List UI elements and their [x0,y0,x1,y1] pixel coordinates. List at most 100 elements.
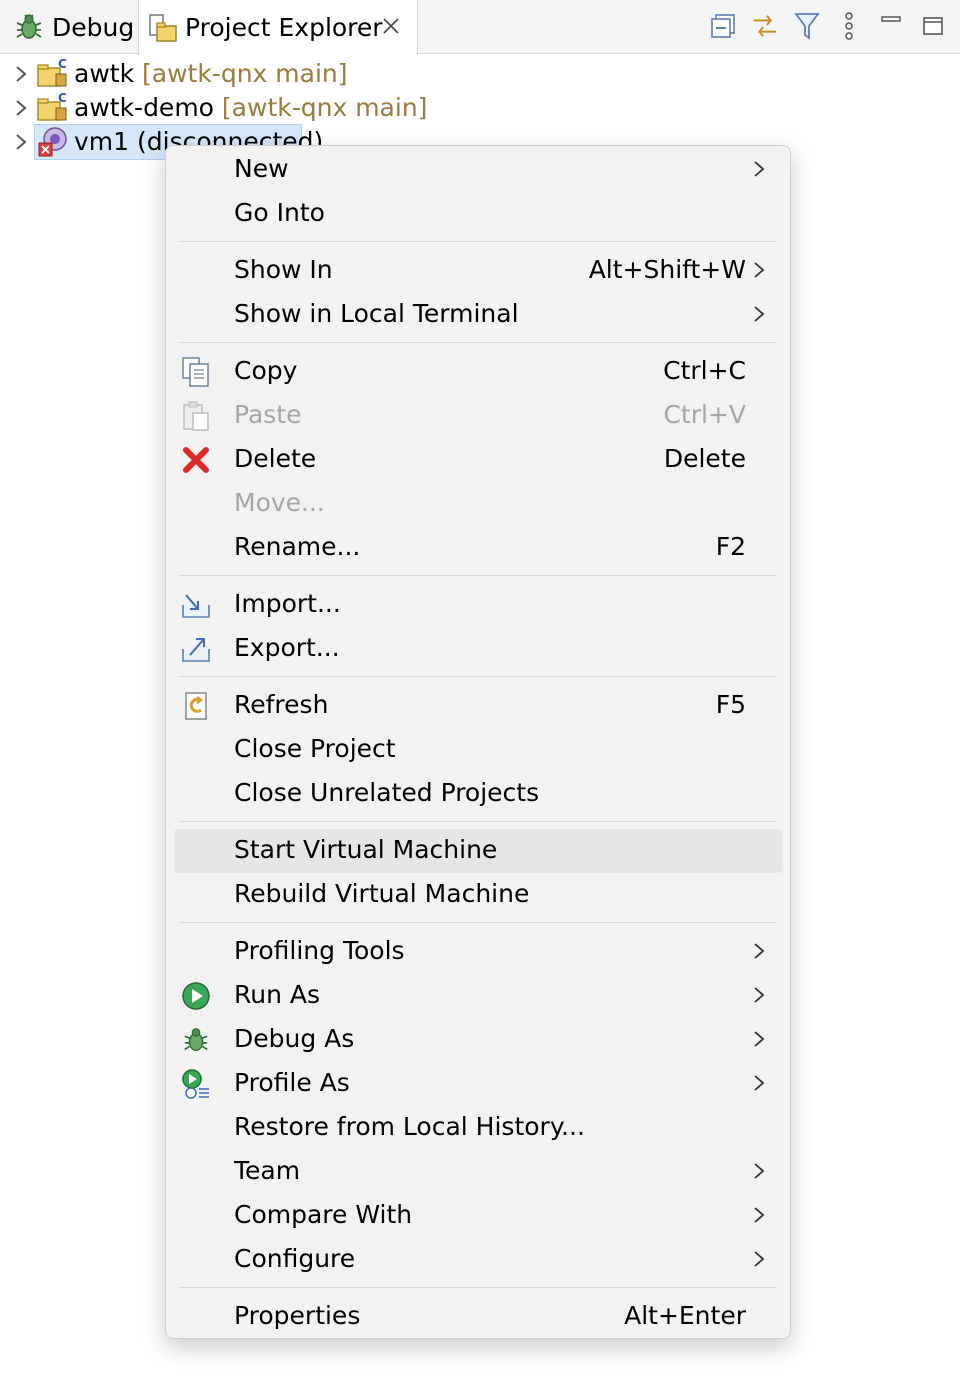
menu-item-configure[interactable]: Configure [174,1238,782,1282]
menu-item-new[interactable]: New [174,148,782,192]
menu-label: New [234,154,289,183]
chevron-right-icon[interactable] [12,64,30,84]
tab-debug-label: Debug [52,12,135,42]
menu-label: Import... [234,589,341,618]
menu-label: Rebuild Virtual Machine [234,879,530,908]
menu-item-compare-with[interactable]: Compare With [174,1194,782,1238]
minimize-icon[interactable] [876,8,906,44]
menu-separator [179,342,777,343]
menu-separator [179,676,777,677]
view-toolbar [708,8,948,44]
menu-item-show-in[interactable]: Show In Alt+Shift+W [174,249,782,293]
menu-label: Profiling Tools [234,936,405,965]
tab-debug[interactable]: Debug [8,0,136,54]
menu-item-team[interactable]: Team [174,1150,782,1194]
tree-item-repo: [awtk-qnx main] [142,58,348,88]
menu-label: Team [234,1156,301,1185]
menu-label: Copy [234,356,298,385]
menu-item-delete[interactable]: Delete Delete [174,438,782,482]
import-icon [182,594,210,618]
chevron-right-icon [754,943,765,959]
menu-accelerator: F5 [715,690,746,719]
chevron-right-icon[interactable] [12,132,30,152]
refresh-icon [185,692,207,720]
menu-item-rebuild-virtual-machine[interactable]: Rebuild Virtual Machine [174,873,782,917]
tree-item-repo: [awtk-qnx main] [221,92,428,122]
menu-label: Start Virtual Machine [234,835,498,864]
menu-label: Rename... [234,532,361,561]
menu-item-restore-local-history[interactable]: Restore from Local History... [174,1106,782,1150]
menu-item-rename[interactable]: Rename... F2 [174,526,782,570]
chevron-right-icon [754,1163,765,1179]
menu-separator [179,922,777,923]
menu-accelerator: Ctrl+V [663,400,746,429]
paste-icon [183,401,209,431]
profile-icon [182,1069,209,1099]
menu-item-move[interactable]: Move... [174,482,782,526]
menu-label: Move... [234,488,325,517]
tree-item-name: awtk [74,58,135,88]
copy-icon [182,357,209,387]
menu-item-close-unrelated-projects[interactable]: Close Unrelated Projects [174,772,782,816]
menu-item-debug-as[interactable]: Debug As [174,1018,782,1062]
menu-label: Restore from Local History... [234,1112,585,1141]
menu-accelerator: Ctrl+C [663,356,746,385]
chevron-right-icon[interactable] [12,98,30,118]
menu-label: Delete [234,444,317,473]
menu-label: Properties [234,1301,361,1330]
menu-accelerator: Delete [663,444,746,473]
menu-label: Show In [234,255,333,284]
tab-project-explorer-label: Project Explorer [185,13,383,42]
menu-item-run-as[interactable]: Run As [174,974,782,1018]
collapse-all-icon[interactable] [708,8,738,44]
chevron-right-icon [754,1207,765,1223]
context-menu: New Go Into Show In Alt+Shift+W Show in … [165,145,791,1339]
chevron-right-icon [754,306,765,322]
menu-label: Show in Local Terminal [234,299,519,328]
menu-item-close-project[interactable]: Close Project [174,728,782,772]
svg-text:C: C [58,57,67,71]
menu-item-import[interactable]: Import... [174,583,782,627]
tree-item-name: awtk-demo [74,92,214,122]
menu-item-export[interactable]: Export... [174,627,782,671]
delete-icon [183,447,209,473]
menu-separator [179,821,777,822]
menu-label: Profile As [234,1068,350,1097]
chevron-right-icon [754,987,765,1003]
menu-item-show-in-local-terminal[interactable]: Show in Local Terminal [174,293,782,337]
menu-label: Debug As [234,1024,355,1053]
view-menu-icon[interactable] [834,8,864,44]
virtual-machine-disconnected-icon [38,127,67,157]
close-icon[interactable] [379,14,403,38]
menu-label: Close Project [234,734,396,763]
bug-icon [184,1028,208,1052]
menu-separator [179,575,777,576]
menu-item-copy[interactable]: Copy Ctrl+C [174,350,782,394]
menu-label: Export... [234,633,340,662]
menu-item-profiling-tools[interactable]: Profiling Tools [174,930,782,974]
chevron-right-icon [754,1075,765,1091]
chevron-right-icon [754,262,765,278]
menu-label: Configure [234,1244,356,1273]
menu-item-properties[interactable]: Properties Alt+Enter [174,1295,782,1339]
maximize-icon[interactable] [918,8,948,44]
menu-separator [179,1287,777,1288]
export-icon [182,638,210,662]
bug-icon [16,14,42,39]
filter-icon[interactable] [792,8,822,44]
menu-label: Paste [234,400,302,429]
menu-item-profile-as[interactable]: Profile As [174,1062,782,1106]
menu-label: Close Unrelated Projects [234,778,540,807]
menu-item-refresh[interactable]: Refresh F5 [174,684,782,728]
menu-label: Refresh [234,690,329,719]
chevron-right-icon [754,1031,765,1047]
tab-project-explorer[interactable]: Project Explorer [138,0,418,55]
menu-accelerator: Alt+Shift+W [588,255,746,284]
svg-text:C: C [58,91,67,105]
menu-item-start-virtual-machine[interactable]: Start Virtual Machine [174,829,782,873]
c-project-icon: C [37,91,67,121]
menu-item-paste[interactable]: Paste Ctrl+V [174,394,782,438]
menu-item-go-into[interactable]: Go Into [174,192,782,236]
link-with-editor-icon[interactable] [750,8,780,44]
chevron-right-icon [754,161,765,177]
